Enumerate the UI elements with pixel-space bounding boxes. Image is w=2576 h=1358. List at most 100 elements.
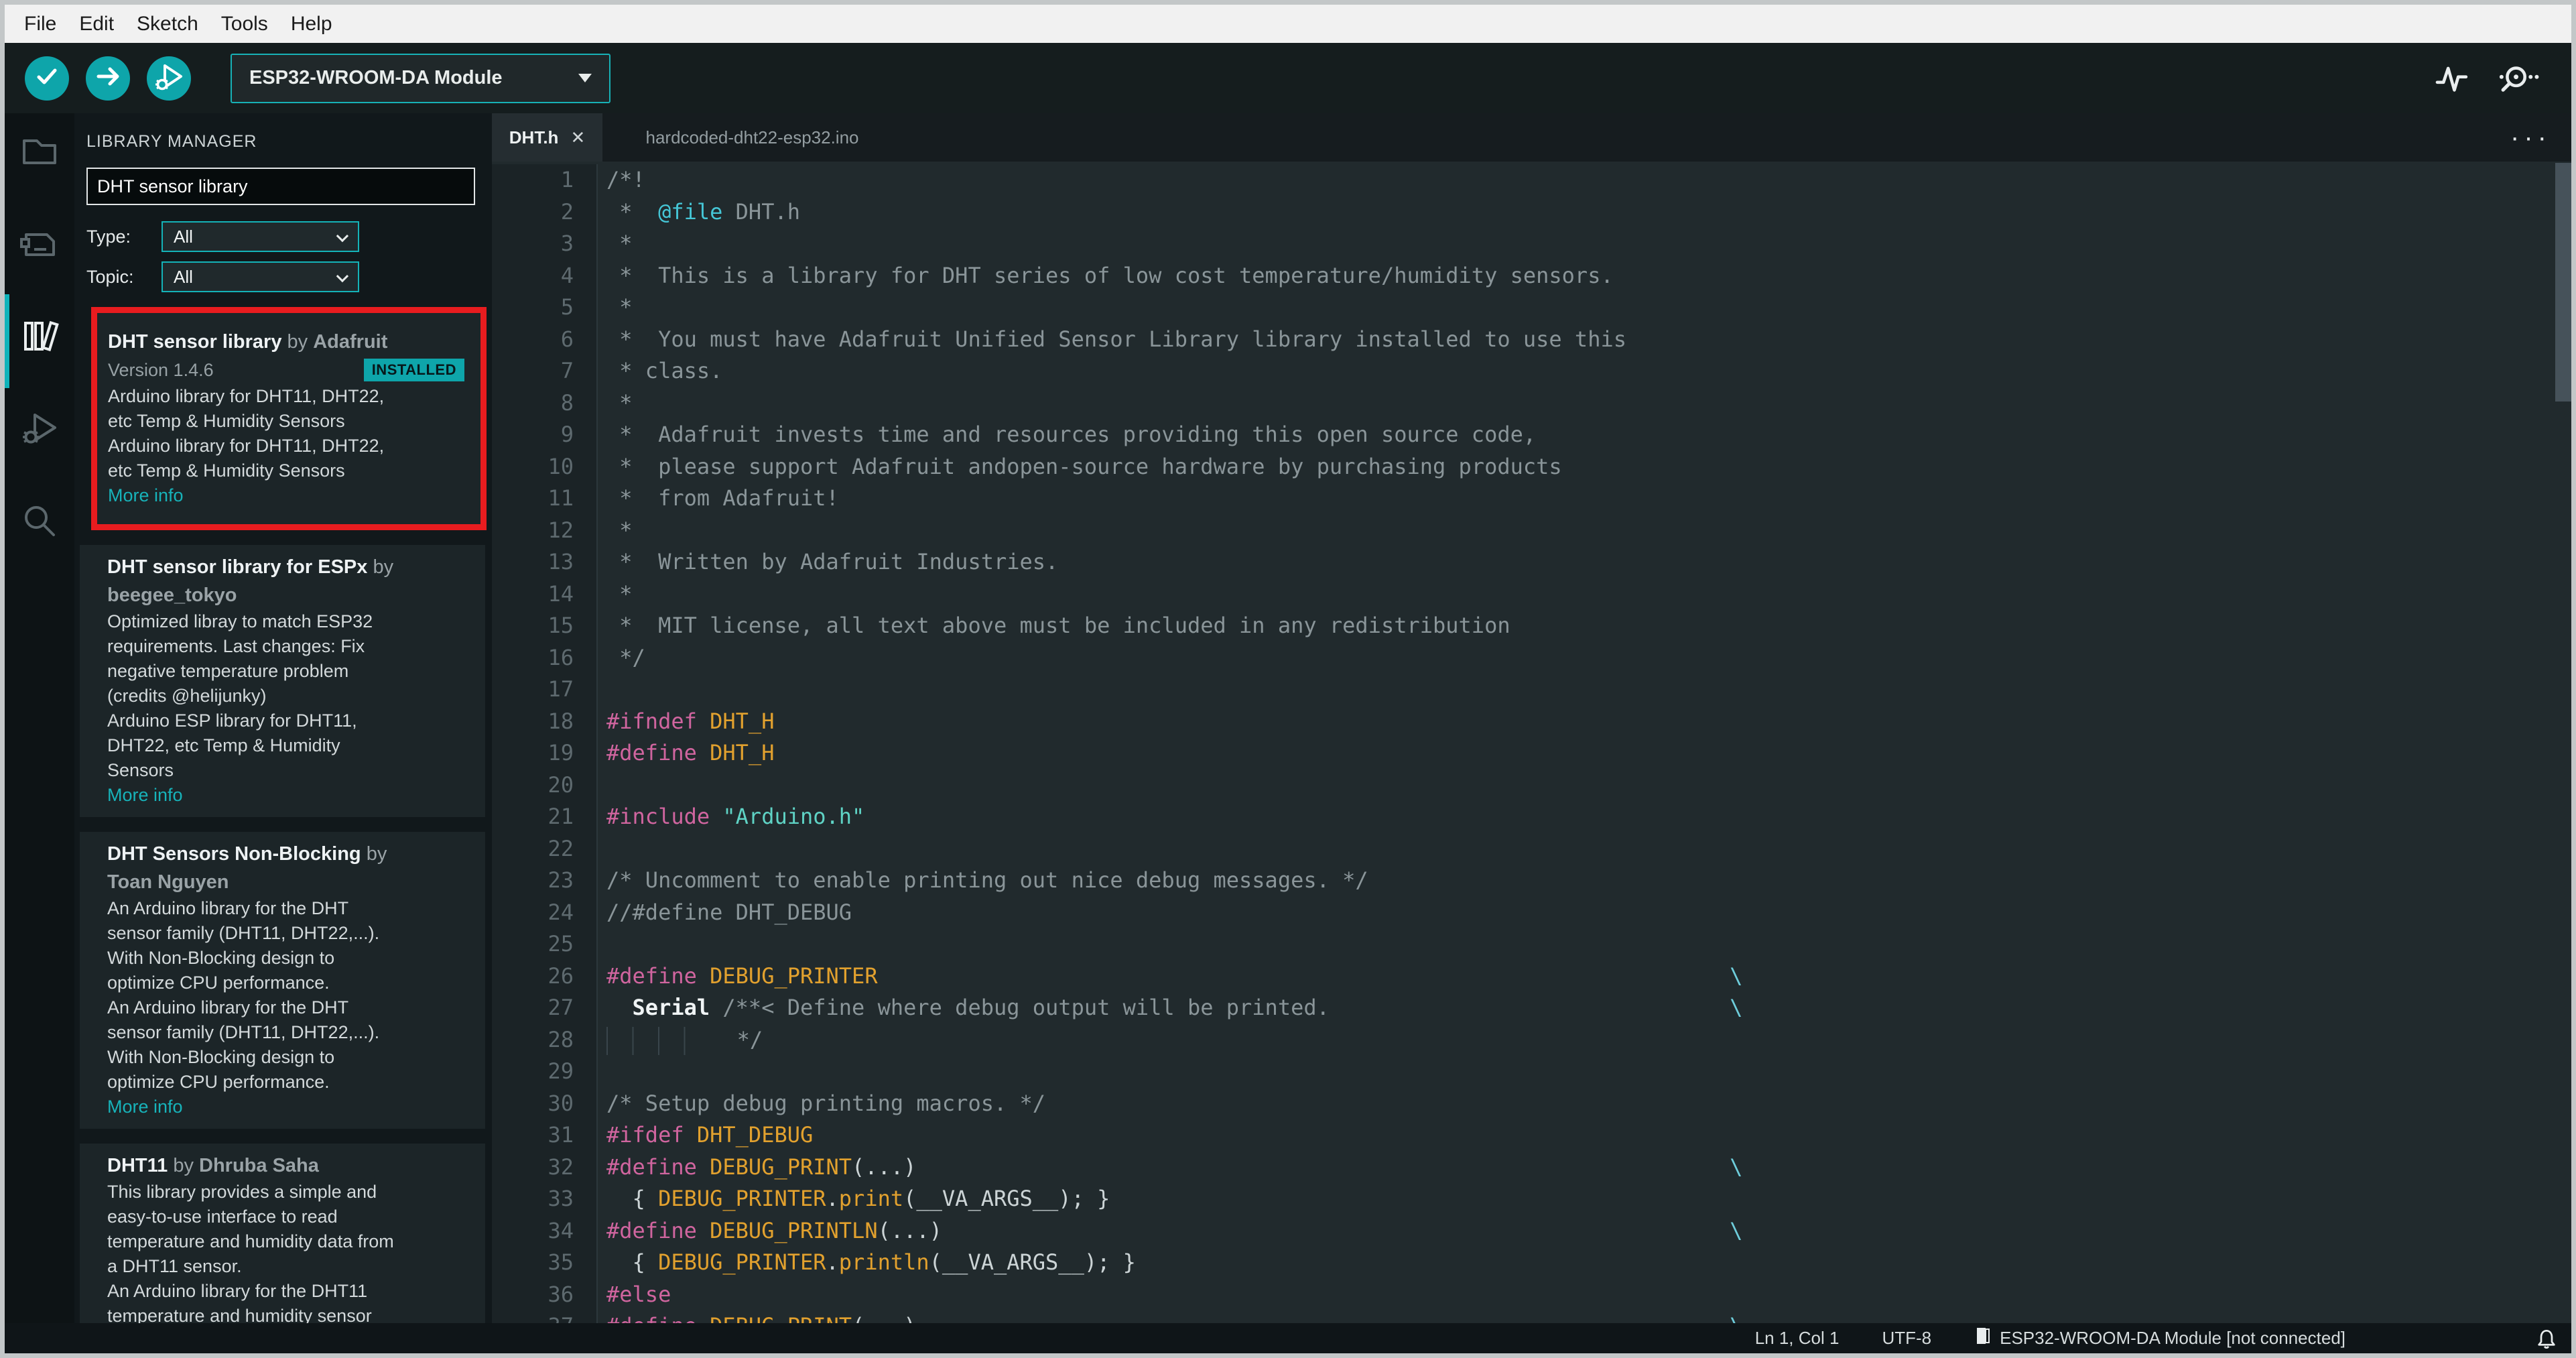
code-line: 18 #ifndef DHT_H bbox=[492, 705, 2571, 737]
code-line-content: #define DEBUG_PRINT(...) \ bbox=[606, 1154, 1743, 1180]
line-number: 18 bbox=[492, 705, 598, 737]
library-description-line: Arduino library for DHT11, DHT22, bbox=[108, 436, 385, 456]
check-icon bbox=[31, 61, 62, 95]
board-selector-dropdown[interactable]: ESP32-WROOM-DA Module bbox=[231, 53, 610, 103]
code-line: 33 { DEBUG_PRINTER.print(__VA_ARGS__); } bbox=[492, 1183, 2571, 1215]
code-line-content: #ifndef DHT_H bbox=[606, 708, 775, 734]
code-line-content: * This is a library for DHT series of lo… bbox=[606, 262, 1614, 288]
library-author: beegee_tokyo bbox=[107, 584, 237, 606]
arduino-ide-window: File Edit Sketch Tools Help ESP32-WROOM-… bbox=[0, 0, 2576, 1358]
more-info-link[interactable]: More info bbox=[107, 783, 469, 808]
menu-help[interactable]: Help bbox=[279, 13, 344, 36]
bug-play-icon bbox=[152, 60, 186, 97]
menu-file[interactable]: File bbox=[13, 13, 68, 36]
code-line-content bbox=[598, 1056, 2571, 1088]
code-line-content: /* Setup debug printing macros. */ bbox=[606, 1090, 1046, 1116]
library-description-line: Arduino ESP library for DHT11, bbox=[107, 711, 357, 731]
library-author: Dhruba Saha bbox=[199, 1155, 319, 1176]
line-number: 32 bbox=[492, 1151, 598, 1183]
sidebar-item-library-manager[interactable] bbox=[18, 316, 61, 359]
code-line-content bbox=[598, 928, 2571, 961]
library-description-line: With Non-Blocking design to bbox=[107, 1047, 335, 1067]
library-entry[interactable]: DHT11 by Dhruba Saha This library provide… bbox=[80, 1144, 485, 1323]
library-description-line: etc Temp & Humidity Sensors bbox=[108, 411, 345, 431]
library-entry[interactable]: DHT sensor library for ESPx by beegee_to… bbox=[80, 545, 485, 817]
sidebar-item-sketchbook[interactable] bbox=[18, 131, 61, 174]
line-number: 3 bbox=[492, 228, 598, 260]
library-description-line: optimize CPU performance. bbox=[107, 1072, 330, 1092]
line-number: 20 bbox=[492, 769, 598, 801]
code-editor[interactable]: 1/*! 2 * @file DHT.h 3 * 4 * This is a libr… bbox=[492, 162, 2571, 1323]
library-name: DHT11 bbox=[107, 1155, 168, 1176]
by-label: by bbox=[168, 1155, 200, 1176]
type-filter-select[interactable]: All bbox=[162, 221, 359, 252]
line-number: 9 bbox=[492, 419, 598, 451]
sidebar-item-boards-manager[interactable] bbox=[18, 223, 61, 266]
line-number: 35 bbox=[492, 1247, 598, 1279]
library-entry-title: DHT Sensors Non-Blocking by Toan Nguyen bbox=[107, 840, 469, 896]
more-actions-icon[interactable]: ··· bbox=[2510, 124, 2551, 151]
sidebar-item-search[interactable] bbox=[18, 501, 61, 544]
by-label: by bbox=[281, 331, 314, 353]
line-number: 37 bbox=[492, 1310, 598, 1323]
library-description-line: negative temperature problem bbox=[107, 661, 349, 681]
close-icon[interactable]: ✕ bbox=[570, 127, 585, 148]
code-line: 9 * Adafruit invests time and resources … bbox=[492, 419, 2571, 451]
board-status-text: ESP32-WROOM-DA Module [not connected] bbox=[2000, 1328, 2345, 1348]
start-debug-button[interactable] bbox=[147, 56, 191, 101]
more-info-link[interactable]: More info bbox=[107, 1095, 469, 1119]
library-entry-title: DHT11 by Dhruba Saha bbox=[107, 1152, 469, 1180]
notifications-bell-icon[interactable] bbox=[2536, 1328, 2557, 1349]
library-search-input[interactable] bbox=[86, 168, 475, 205]
code-line-content: * @file DHT.h bbox=[606, 198, 800, 225]
code-line: 21 #include "Arduino.h" bbox=[492, 801, 2571, 833]
code-line: 27 Serial /**< Define where debug output… bbox=[492, 992, 2571, 1024]
search-icon bbox=[18, 499, 61, 546]
library-name: DHT Sensors Non-Blocking bbox=[107, 843, 361, 865]
library-name: DHT sensor library bbox=[108, 331, 282, 353]
verify-button[interactable] bbox=[25, 56, 69, 101]
topic-filter-select[interactable]: All bbox=[162, 261, 359, 292]
line-number: 25 bbox=[492, 928, 598, 961]
menu-edit[interactable]: Edit bbox=[68, 13, 125, 36]
line-number: 31 bbox=[492, 1119, 598, 1152]
menu-sketch[interactable]: Sketch bbox=[125, 13, 210, 36]
code-line-content: Serial /**< Define where debug output wi… bbox=[632, 995, 1743, 1020]
tab-dht-h[interactable]: DHT.h ✕ bbox=[492, 113, 602, 162]
library-description-line: temperature and humidity sensor bbox=[107, 1306, 372, 1323]
dropdown-arrow-icon bbox=[578, 74, 592, 82]
indent-guides bbox=[606, 1026, 686, 1055]
more-info-link[interactable]: More info bbox=[108, 483, 464, 508]
editor-scrollbar[interactable] bbox=[2555, 163, 2571, 402]
library-entry-highlighted[interactable]: DHT sensor library by Adafruit Version 1.… bbox=[91, 307, 487, 530]
line-number: 19 bbox=[492, 737, 598, 769]
code-line: 20 bbox=[492, 769, 2571, 801]
library-description-line: requirements. Last changes: Fix bbox=[107, 636, 365, 656]
serial-monitor-icon[interactable] bbox=[2498, 62, 2539, 95]
code-line-content: #else bbox=[606, 1281, 671, 1307]
tab-bar: DHT.h ✕ hardcoded-dht22-esp32.ino ··· bbox=[492, 113, 2571, 162]
books-icon bbox=[18, 314, 61, 361]
line-number: 12 bbox=[492, 514, 598, 546]
code-line-content: */ bbox=[598, 1024, 2571, 1056]
serial-plotter-icon[interactable] bbox=[2435, 64, 2469, 93]
code-line-content: #define DEBUG_PRINTER \ bbox=[606, 963, 1743, 989]
code-line-content: { DEBUG_PRINTER.println(__VA_ARGS__); } bbox=[606, 1249, 1136, 1275]
code-line-content: * Written by Adafruit Industries. bbox=[606, 549, 1059, 574]
code-line: 2 * @file DHT.h bbox=[492, 196, 2571, 228]
line-number: 26 bbox=[492, 960, 598, 992]
code-line-content: //#define DHT_DEBUG bbox=[606, 899, 852, 925]
library-entry[interactable]: DHT Sensors Non-Blocking by Toan Nguyen A… bbox=[80, 832, 485, 1129]
sidebar-item-debug[interactable] bbox=[18, 408, 61, 451]
code-line: 32 #define DEBUG_PRINT(...) \ bbox=[492, 1151, 2571, 1183]
cursor-position: Ln 1, Col 1 bbox=[1754, 1328, 1840, 1348]
code-line-content: { DEBUG_PRINTER.print(__VA_ARGS__); } bbox=[606, 1186, 1110, 1211]
upload-button[interactable] bbox=[86, 56, 130, 101]
circuit-board-icon bbox=[18, 222, 61, 268]
menu-tools[interactable]: Tools bbox=[210, 13, 279, 36]
code-line-content: * bbox=[606, 294, 633, 320]
code-line-content: */ bbox=[606, 644, 645, 670]
tab-sketch-ino[interactable]: hardcoded-dht22-esp32.ino bbox=[602, 113, 902, 162]
topic-filter-value: All bbox=[174, 266, 193, 287]
code-line: 1 /*! bbox=[492, 164, 2571, 196]
